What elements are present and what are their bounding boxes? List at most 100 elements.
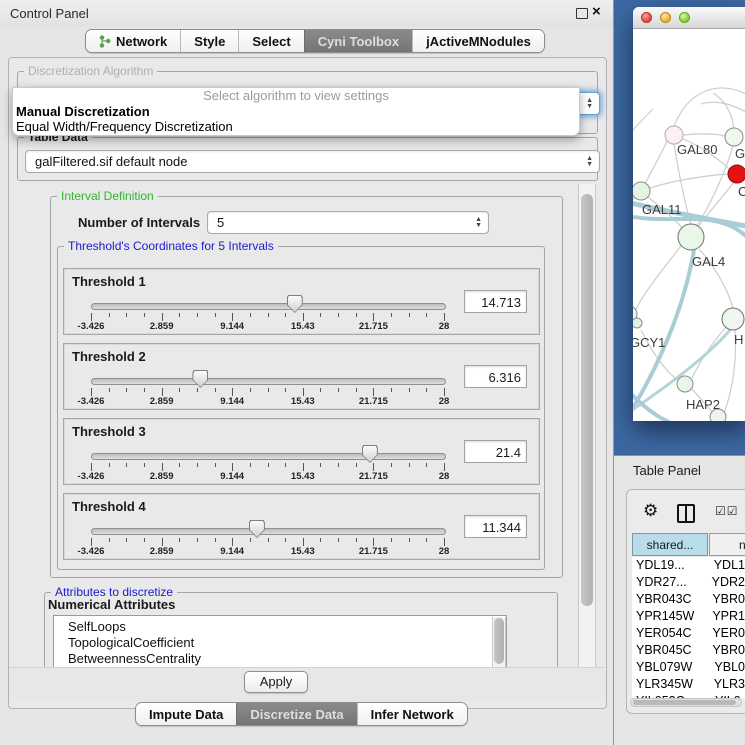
column-header-shared-name[interactable]: shared... [632,533,708,556]
threshold-1-label: Threshold 1 [72,274,146,289]
table-row[interactable]: YBR043CYBR0 [632,591,745,608]
name-cell[interactable]: YER0 [705,625,745,642]
network-node[interactable] [677,376,693,392]
tab-cyni-toolbox[interactable]: Cyni Toolbox [304,30,412,52]
network-graph: GAL80GCGAL11GAL4GCY1HHAP2 [633,29,745,421]
network-node[interactable] [722,308,744,330]
tab-select[interactable]: Select [238,30,303,52]
tab-jactivemnodules[interactable]: jActiveMNodules [412,30,544,52]
network-node[interactable] [725,128,743,146]
settings-scrollbar[interactable] [578,184,596,667]
node-label: GCY1 [633,335,665,350]
name-cell[interactable]: YDL1 [707,557,745,574]
shared-name-cell[interactable]: YBR045C [632,642,705,659]
name-cell[interactable]: YDR2 [705,574,745,591]
up-down-arrows-icon: ▲▼ [586,156,593,168]
slider-tick-labels: -3.4262.8599.14415.4321.71528 [91,321,445,332]
column-header-name[interactable]: n [709,533,745,556]
table-row[interactable]: YDL19...YDL1 [632,557,745,574]
threshold-1-box: Threshold 1 14.713 -3.4262.8599.14415.43… [63,268,540,335]
shared-name-cell[interactable]: YLR345W [632,676,707,693]
network-node[interactable] [678,224,704,250]
network-canvas[interactable]: GAL80GCGAL11GAL4GCY1HHAP2 [633,29,745,421]
popup-placeholder-option[interactable]: Select algorithm to view settings [13,88,579,104]
number-of-intervals-value: 5 [217,215,224,230]
network-edge[interactable] [633,385,669,421]
node-label: HAP2 [686,397,720,412]
node-label: H [734,332,743,347]
network-edge[interactable] [633,197,635,217]
table-row[interactable]: YBL079WYBL0 [632,659,745,676]
table-row[interactable]: YDR27...YDR2 [632,574,745,591]
number-of-intervals-combobox[interactable]: 5 ▲▼ [207,211,489,234]
tab-network[interactable]: Network [86,30,180,52]
network-edge[interactable] [701,102,745,113]
name-cell[interactable]: YBR0 [705,642,745,659]
tab-impute-data[interactable]: Impute Data [136,703,236,725]
threshold-2-value-field[interactable]: 6.316 [464,365,527,388]
control-panel-titlebar [0,0,614,27]
columns-icon[interactable] [677,504,695,523]
name-cell[interactable]: YLR3 [707,676,745,693]
table-row[interactable]: YPR145WYPR1 [632,608,745,625]
threshold-4-value-field[interactable]: 11.344 [464,515,527,538]
float-window-icon[interactable] [576,8,588,19]
minimize-traffic-light[interactable] [660,12,671,23]
threshold-1-value-field[interactable]: 14.713 [464,290,527,313]
shared-name-cell[interactable]: YBL079W [632,659,707,676]
list-item-betweennesscentrality[interactable]: BetweennessCentrality [54,651,506,667]
table-row[interactable]: YLR345WYLR3 [632,676,745,693]
slider-track[interactable] [91,453,446,460]
popup-option-equal-width[interactable]: Equal Width/Frequency Discretization [13,119,579,134]
network-edge[interactable] [645,141,667,184]
table-panel-title: Table Panel [633,463,701,478]
table-data-value: galFiltered.sif default node [35,154,187,169]
table-row[interactable]: YER054CYER0 [632,625,745,642]
zoom-traffic-light[interactable] [679,12,690,23]
tab-discretize-data[interactable]: Discretize Data [236,703,356,725]
gear-icon[interactable]: ⚙ [643,501,658,521]
network-edge[interactable] [696,146,733,227]
slider-track[interactable] [91,303,446,310]
tab-style[interactable]: Style [180,30,238,52]
table-horizontal-scrollbar[interactable] [630,698,742,707]
network-edge[interactable] [683,134,725,136]
network-edge[interactable] [633,109,653,141]
cytoscape-control-panel-screen: Control Panel × Network Style Select Cyn… [0,0,745,745]
table-data-combobox[interactable]: galFiltered.sif default node ▲▼ [25,150,600,173]
settings-viewport: Interval Definition Number of Intervals … [14,184,576,667]
checkbox-icons[interactable]: ☑☑ [715,504,739,518]
shared-name-cell[interactable]: YBR043C [632,591,705,608]
list-item-topologicalcoefficient[interactable]: TopologicalCoefficient [54,635,506,651]
popup-option-manual-discretization[interactable]: Manual Discretization [13,104,579,119]
slider-track[interactable] [91,528,446,535]
attribute-list-scrollbar[interactable] [492,617,506,667]
name-cell[interactable]: YPR1 [705,608,745,625]
close-icon[interactable]: × [592,3,601,20]
apply-button[interactable]: Apply [244,671,308,693]
slider-tick-labels: -3.4262.8599.14415.4321.71528 [91,396,445,407]
network-edge[interactable] [713,93,734,128]
discretization-algorithm-label: Discretization Algorithm [24,64,157,78]
network-edge[interactable] [635,246,681,311]
name-cell[interactable]: YBL0 [707,659,745,676]
network-node[interactable] [633,182,650,200]
name-cell[interactable]: YBR0 [705,591,745,608]
table-row[interactable]: YBR045CYBR0 [632,642,745,659]
close-traffic-light[interactable] [641,12,652,23]
threshold-2-label: Threshold 2 [72,349,146,364]
thresholds-group-label: Threshold's Coordinates for 5 Intervals [64,239,278,253]
shared-name-cell[interactable]: YER054C [632,625,705,642]
slider-track[interactable] [91,378,446,385]
shared-name-cell[interactable]: YDR27... [632,574,705,591]
threshold-3-value-field[interactable]: 21.4 [464,440,527,463]
network-node[interactable] [728,165,745,183]
threshold-4-label: Threshold 4 [72,499,146,514]
shared-name-cell[interactable]: YPR145W [632,608,705,625]
tab-infer-network[interactable]: Infer Network [357,703,467,725]
network-edge[interactable] [650,174,728,188]
network-node[interactable] [633,318,642,328]
network-window: GAL80GCGAL11GAL4GCY1HHAP2 [633,7,745,421]
shared-name-cell[interactable]: YDL19... [632,557,707,574]
list-item-selfloops[interactable]: SelfLoops [54,616,506,635]
